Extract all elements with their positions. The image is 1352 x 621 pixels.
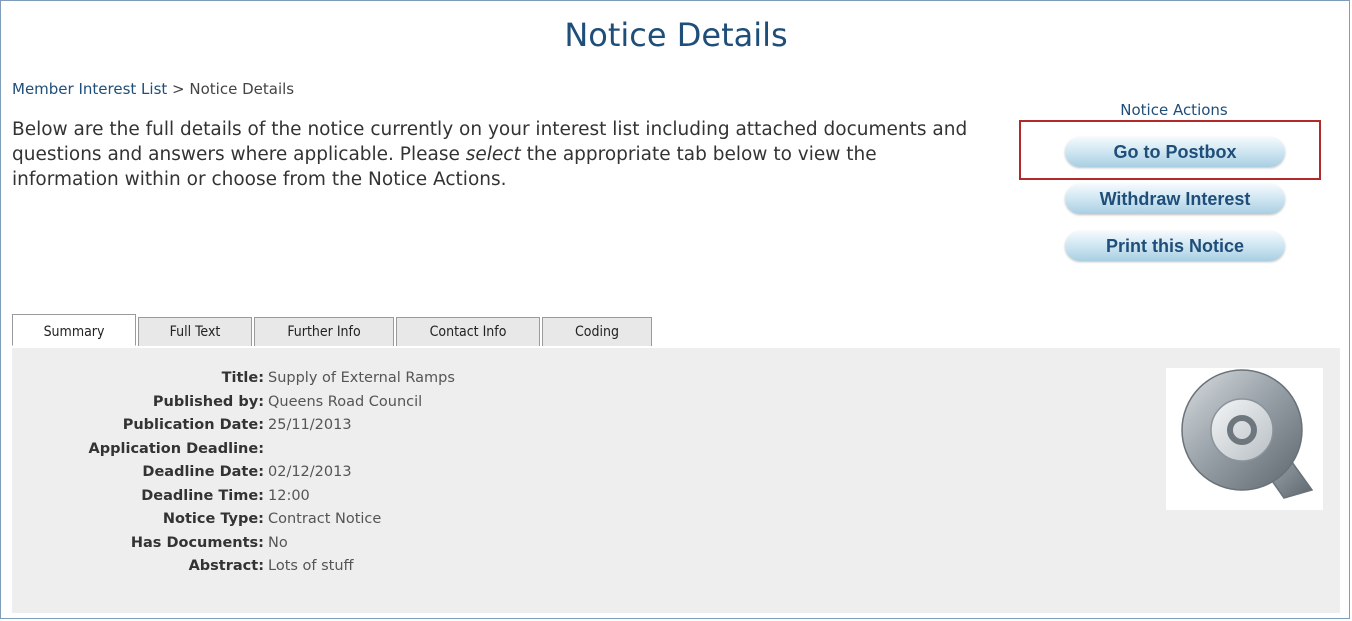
field-label: Application Deadline: [88,440,264,457]
field-row-title: Title: Supply of External Ramps [12,370,712,394]
field-value: Contract Notice [268,511,382,527]
field-label: Abstract: [188,558,264,574]
notice-actions-label: Notice Actions [1120,101,1228,119]
print-notice-button[interactable]: Print this Notice [1065,231,1285,261]
breadcrumb-separator: > [172,80,185,98]
field-value: Queens Road Council [268,393,423,410]
field-row-abstract: Abstract: Lots of stuff [12,558,712,582]
breadcrumb: Member Interest List > Notice Details [12,80,294,98]
intro-text-select: select [465,144,521,165]
field-value: 02/12/2013 [268,464,352,480]
tab-contact-info[interactable]: Contact Info [396,317,540,346]
field-row-notice-type: Notice Type: Contract Notice [12,511,712,535]
field-label: Has Documents: [130,534,264,551]
field-label: Published by: [152,393,264,410]
field-row-deadline-date: Deadline Date: 02/12/2013 [12,464,712,488]
field-label: Publication Date: [122,417,264,433]
field-label: Title: [221,370,264,386]
page-title: Notice Details [564,16,788,54]
field-row-published-by: Published by: Queens Road Council [12,394,712,418]
tab-further-info[interactable]: Further Info [254,317,394,346]
field-label: Deadline Time: [141,487,264,504]
breadcrumb-link-member-interest-list[interactable]: Member Interest List [12,80,167,98]
field-row-publication-date: Publication Date: 25/11/2013 [12,417,712,441]
field-label: Deadline Date: [142,464,264,480]
summary-panel: Title: Supply of External Ramps Publishe… [12,348,1340,613]
field-label: Notice Type: [162,511,264,527]
go-to-postbox-button[interactable]: Go to Postbox [1065,137,1285,167]
field-row-deadline-time: Deadline Time: 12:00 [12,488,712,512]
q-logo-icon [1166,368,1323,510]
breadcrumb-current: Notice Details [189,80,295,98]
field-value: 25/11/2013 [268,417,352,433]
intro-text: Below are the full details of the notice… [12,117,972,192]
field-value: 12:00 [268,487,310,504]
field-value: No [268,534,288,551]
field-row-application-deadline: Application Deadline: [12,441,712,465]
field-value: Supply of External Ramps [268,370,455,386]
tab-full-text[interactable]: Full Text [138,317,252,346]
tab-bar: Summary Full Text Further Info Contact I… [12,314,654,348]
tab-coding[interactable]: Coding [542,317,652,346]
withdraw-interest-button[interactable]: Withdraw Interest [1065,184,1285,214]
summary-fields: Title: Supply of External Ramps Publishe… [12,370,712,582]
tab-summary[interactable]: Summary [12,314,136,346]
field-row-has-documents: Has Documents: No [12,535,712,559]
field-value: Lots of stuff [268,558,354,574]
